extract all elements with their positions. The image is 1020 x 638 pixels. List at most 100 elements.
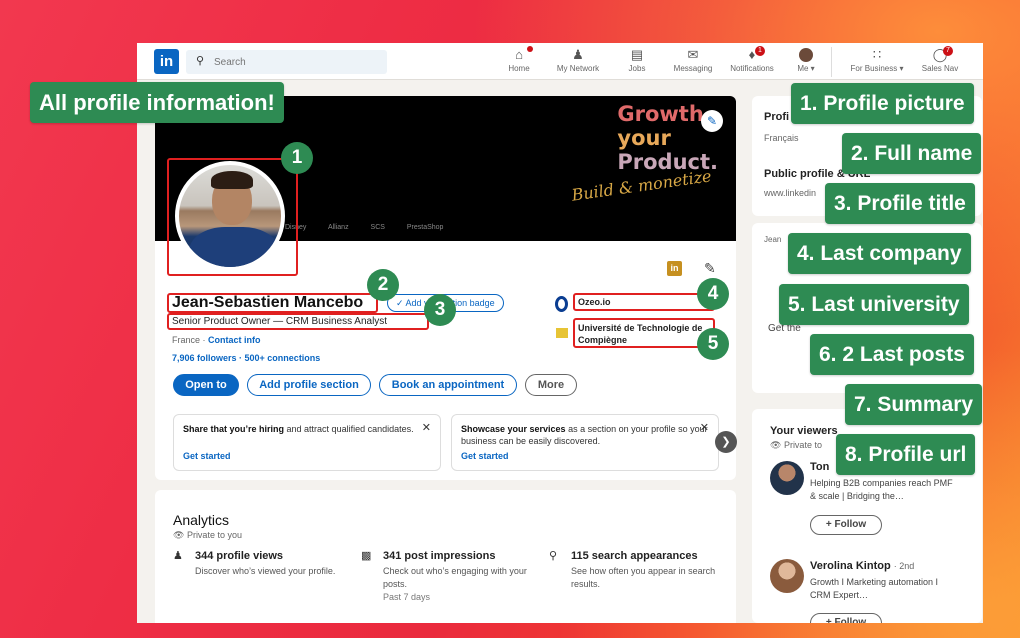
highlight-profile-title [167,313,429,330]
book-appointment-button[interactable]: Book an appointment [379,374,517,396]
annotation-label-6: 6. 2 Last posts [810,334,974,375]
nav-jobs-label: Jobs [628,64,646,73]
nav-sales-nav-label: Sales Nav [921,64,959,73]
annotation-label-7: 7. Summary [845,384,983,425]
followers-link[interactable]: 7,906 followers [172,353,237,363]
annotation-label-4: 4. Last company [788,233,971,274]
highlight-last-university [573,318,715,348]
follow-button[interactable]: + Follow [810,515,882,535]
annotation-header: All profile information! [30,82,284,123]
analytics-title: Analytics [173,512,230,528]
nav-me[interactable]: Me ▾ [789,46,823,78]
nav-sales-nav[interactable]: ◯ 7 Sales Nav [915,46,965,78]
highlight-full-name [167,293,378,313]
people-icon: ♟ [173,550,183,562]
annotation-label-3: 3. Profile title [825,183,975,224]
sales-nav-badge: 7 [943,46,953,56]
viewer-headline: Growth I Marketing automation I CRM Expe… [810,577,939,600]
stat-desc: See how often you appear in search resul… [571,566,716,589]
banner-line-2: your [617,126,671,150]
analytics-subtitle: 👁 Private to you [173,530,242,540]
viewer-name[interactable]: Verolina Kintop · 2nd [810,560,914,572]
public-profile-url[interactable]: www.linkedin [764,188,816,198]
stat-title: 341 post impressions [383,550,496,562]
promo-services-get-started-link[interactable]: Get started [461,450,509,462]
notifications-badge: 1 [755,46,765,56]
annotation-number-2: 2 [367,269,399,301]
annotation-label-2: 2. Full name [842,133,982,174]
edit-profile-pencil-icon[interactable]: ✎ [704,260,716,277]
profile-card: Growth your Product. Build & monetize Di… [155,96,736,480]
grid-icon: ∷ [872,47,882,62]
viewer-degree: · 2nd [893,561,915,571]
promo-card-hiring: Share that you’re hiring and attract qua… [173,414,441,471]
nav-me-label: Me ▾ [797,64,815,73]
add-profile-section-button[interactable]: Add profile section [247,374,371,396]
promo-hiring-get-started-link[interactable]: Get started [183,450,231,462]
stat-title: 115 search appearances [571,550,698,562]
top-nav: in ⚲ ⌂ Home ♟ My Network ▤ Jobs ✉ Messag… [137,43,983,80]
stat-profile-views[interactable]: ♟ 344 profile views Discover who’s viewe… [173,550,353,578]
me-avatar [789,46,823,64]
follow-button[interactable]: + Follow [810,613,882,623]
followers-connections: 7,906 followers · 500+ connections [172,353,321,363]
open-to-button[interactable]: Open to [173,374,239,396]
contact-info-link[interactable]: Contact info [208,335,261,345]
highlight-profile-picture [167,158,298,276]
nav-jobs[interactable]: ▤ Jobs [617,46,657,78]
bar-chart-icon: ▩ [361,550,372,562]
edit-banner-pencil-icon[interactable]: ✎ [701,110,723,132]
message-icon: ✉ [687,47,699,62]
promo-hiring-bold: Share that you’re hiring [183,424,285,434]
stat-search-appearances[interactable]: ⚲ 115 search appearances See how often y… [549,550,729,591]
stat-desc: Check out who’s engaging with your posts… [383,566,527,589]
profile-language-value: Français [764,133,799,143]
network-icon: ♟ [572,47,584,62]
stat-note: Past 7 days [383,592,431,602]
viewer-name-text: Verolina Kintop [810,560,891,572]
linkedin-logo-icon[interactable]: in [154,49,179,74]
viewers-subtitle: 👁 Private to [770,440,822,450]
close-icon[interactable]: ✕ [422,422,431,434]
analytics-card: Analytics 👁 Private to you ♟ 344 profile… [155,490,736,623]
close-icon[interactable]: ✕ [700,422,709,434]
nav-notifications-label: Notifications [730,64,774,73]
connections-link[interactable]: 500+ connections [245,353,321,363]
carousel-next-arrow-icon[interactable]: ❯ [715,431,737,453]
more-button[interactable]: More [525,374,577,396]
stat-title: 344 profile views [195,550,284,562]
nav-for-business[interactable]: ∷ For Business ▾ [842,46,912,78]
promo-card-services: Showcase your services as a section on y… [451,414,719,471]
search-icon: ⚲ [196,55,205,67]
nav-home[interactable]: ⌂ Home [499,46,539,78]
viewers-title: Your viewers [770,425,838,437]
search-box[interactable]: ⚲ [186,50,387,74]
company-logo-icon [555,296,568,312]
nav-messaging[interactable]: ✉ Messaging [668,46,718,78]
nav-my-network[interactable]: ♟ My Network [550,46,606,78]
stat-desc: Discover who’s viewed your profile. [195,566,336,576]
nav-for-business-label: For Business ▾ [850,64,904,73]
stat-post-impressions[interactable]: ▩ 341 post impressions Check out who’s e… [361,550,541,604]
search-input[interactable] [214,54,374,70]
viewer-avatar[interactable] [770,559,804,593]
viewer-avatar[interactable] [770,461,804,495]
annotation-label-1: 1. Profile picture [791,83,974,124]
nav-my-network-label: My Network [556,64,600,73]
search-icon: ⚲ [549,550,558,562]
viewer-headline: Helping B2B companies reach PMF & scale … [810,478,953,501]
bell-icon: ♦ 1 [723,46,781,64]
nav-divider [831,47,832,77]
viewer-name[interactable]: Ton [810,461,829,473]
home-icon: ⌂ [499,46,539,64]
annotation-label-8: 8. Profile url [836,434,976,475]
nav-notifications[interactable]: ♦ 1 Notifications [723,46,781,78]
compass-icon: ◯ 7 [915,46,965,64]
banner-logos: Disney Allianz SCS PrestaShop [285,224,444,231]
profile-location: France · Contact info [172,335,261,345]
annotation-label-5: 5. Last university [779,284,969,325]
annotation-number-1: 1 [281,142,313,174]
annotation-number-4: 4 [697,278,729,310]
nav-home-label: Home [508,64,530,73]
promo-hiring-text: and attract qualified candidates. [284,424,414,434]
